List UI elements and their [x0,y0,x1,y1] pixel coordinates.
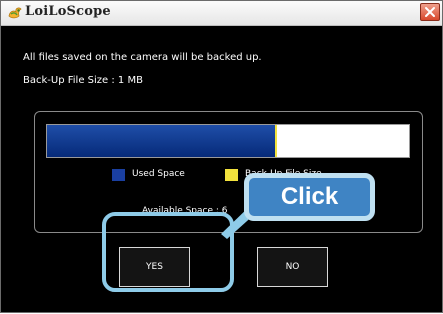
dialog-window: LoiLoScope All files saved on the camera… [0,0,443,313]
click-callout: Click [244,173,375,221]
callout-pointer [221,204,256,239]
